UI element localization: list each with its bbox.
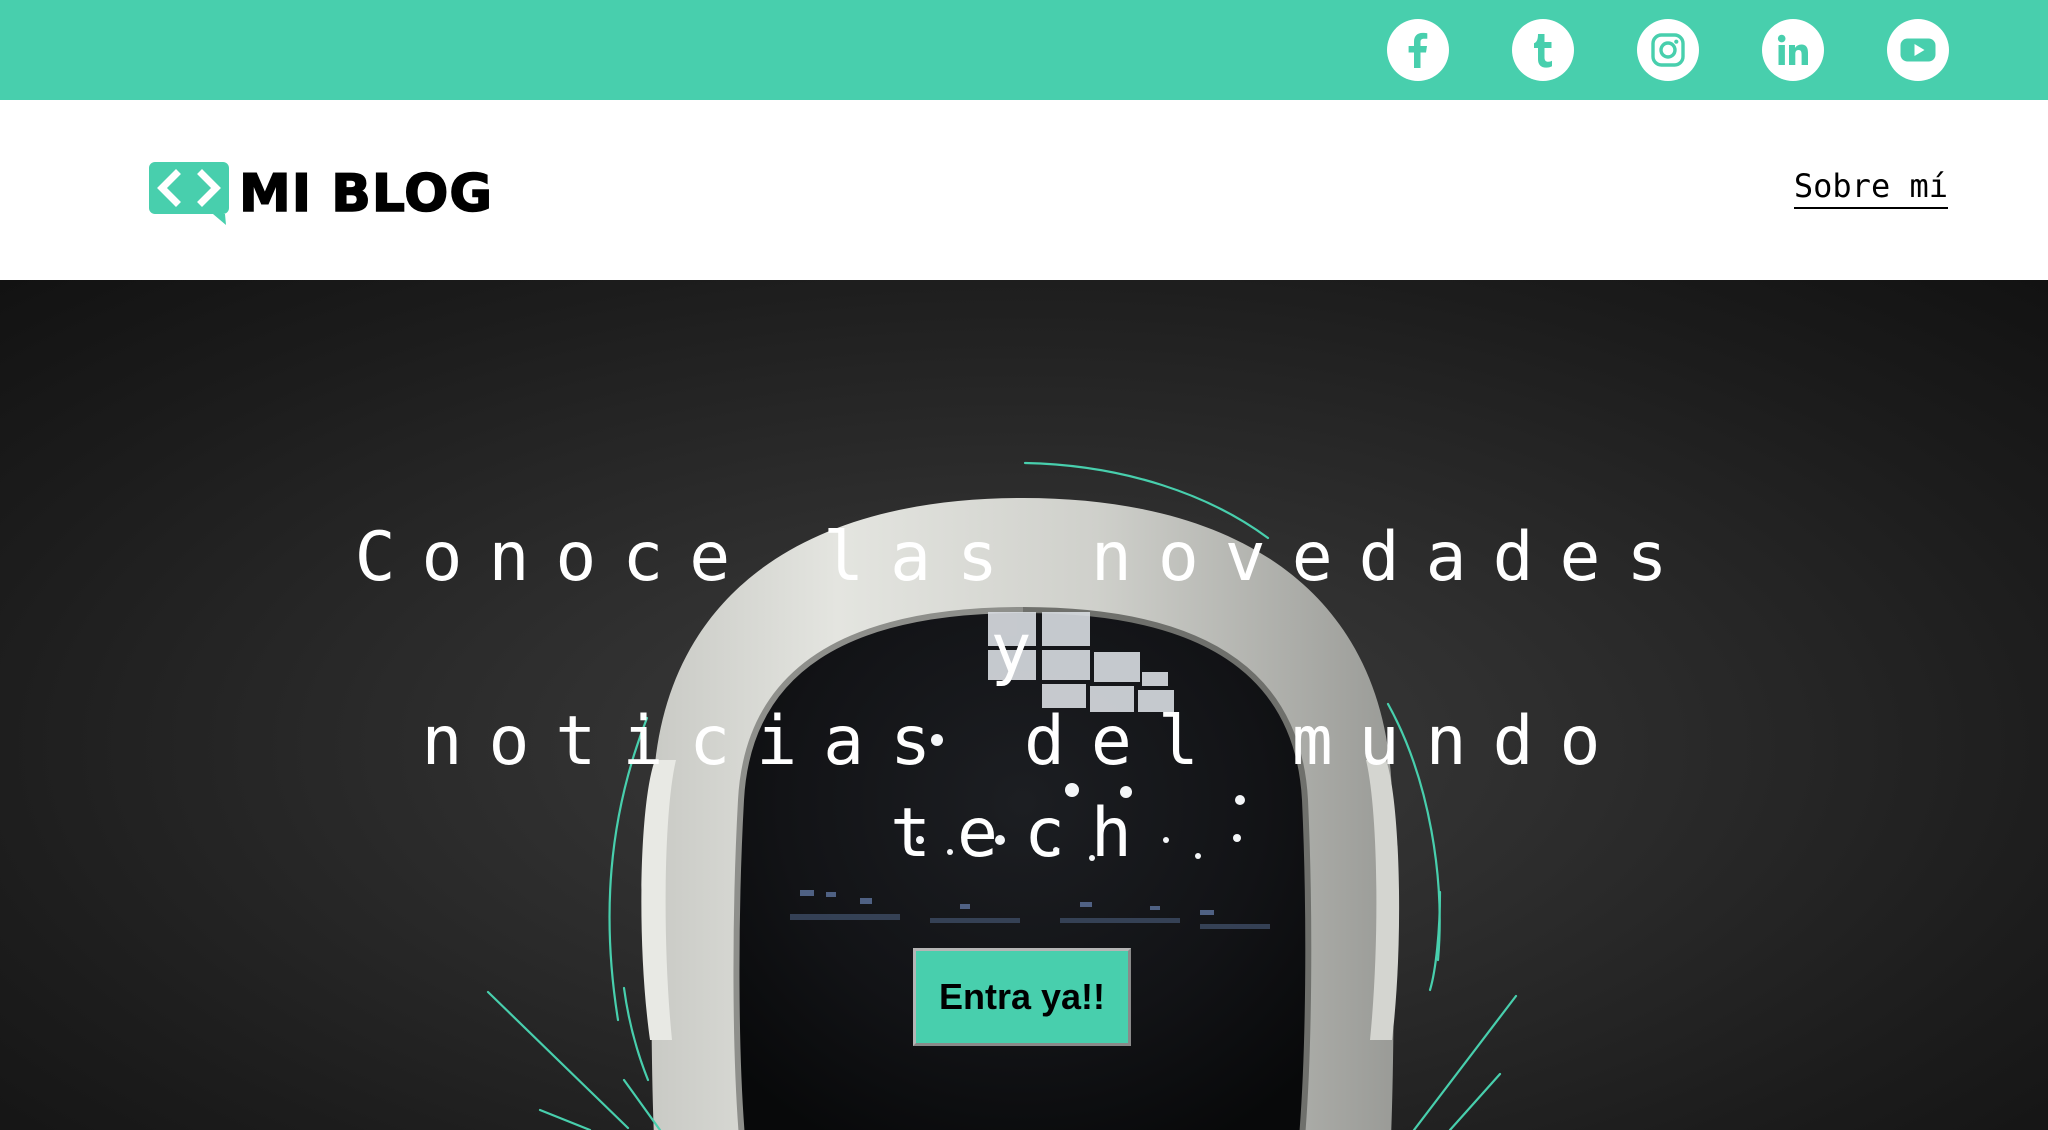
- brand-logo[interactable]: MI BLOG: [149, 162, 493, 226]
- facebook-icon: [1408, 32, 1428, 68]
- linkedin-icon: [1777, 34, 1808, 65]
- hero-title-line-2: noticias del mundo: [421, 702, 1627, 781]
- brand-name: MI BLOG: [238, 164, 493, 224]
- youtube-icon: [1900, 38, 1936, 62]
- tumblr-link[interactable]: [1512, 19, 1574, 81]
- facebook-link[interactable]: [1387, 19, 1449, 81]
- enter-button[interactable]: Entra ya!!: [913, 948, 1131, 1046]
- hero-title: Conoce las novedades y noticias del mund…: [300, 512, 1748, 880]
- hero-title-line-1: Conoce las novedades y: [354, 518, 1694, 689]
- social-bar: [0, 0, 2048, 100]
- nav-link-about[interactable]: Sobre mí: [1793, 168, 1948, 209]
- youtube-link[interactable]: [1887, 19, 1949, 81]
- instagram-link[interactable]: [1637, 19, 1699, 81]
- code-chat-icon: [149, 162, 229, 225]
- hero-section: Conoce las novedades y noticias del mund…: [0, 280, 2048, 1130]
- hero-title-line-3: tech: [890, 794, 1158, 873]
- site-header: MI BLOG Sobre mí: [0, 100, 2048, 280]
- linkedin-link[interactable]: [1762, 19, 1824, 81]
- instagram-icon: [1651, 33, 1685, 67]
- tumblr-icon: [1534, 34, 1552, 68]
